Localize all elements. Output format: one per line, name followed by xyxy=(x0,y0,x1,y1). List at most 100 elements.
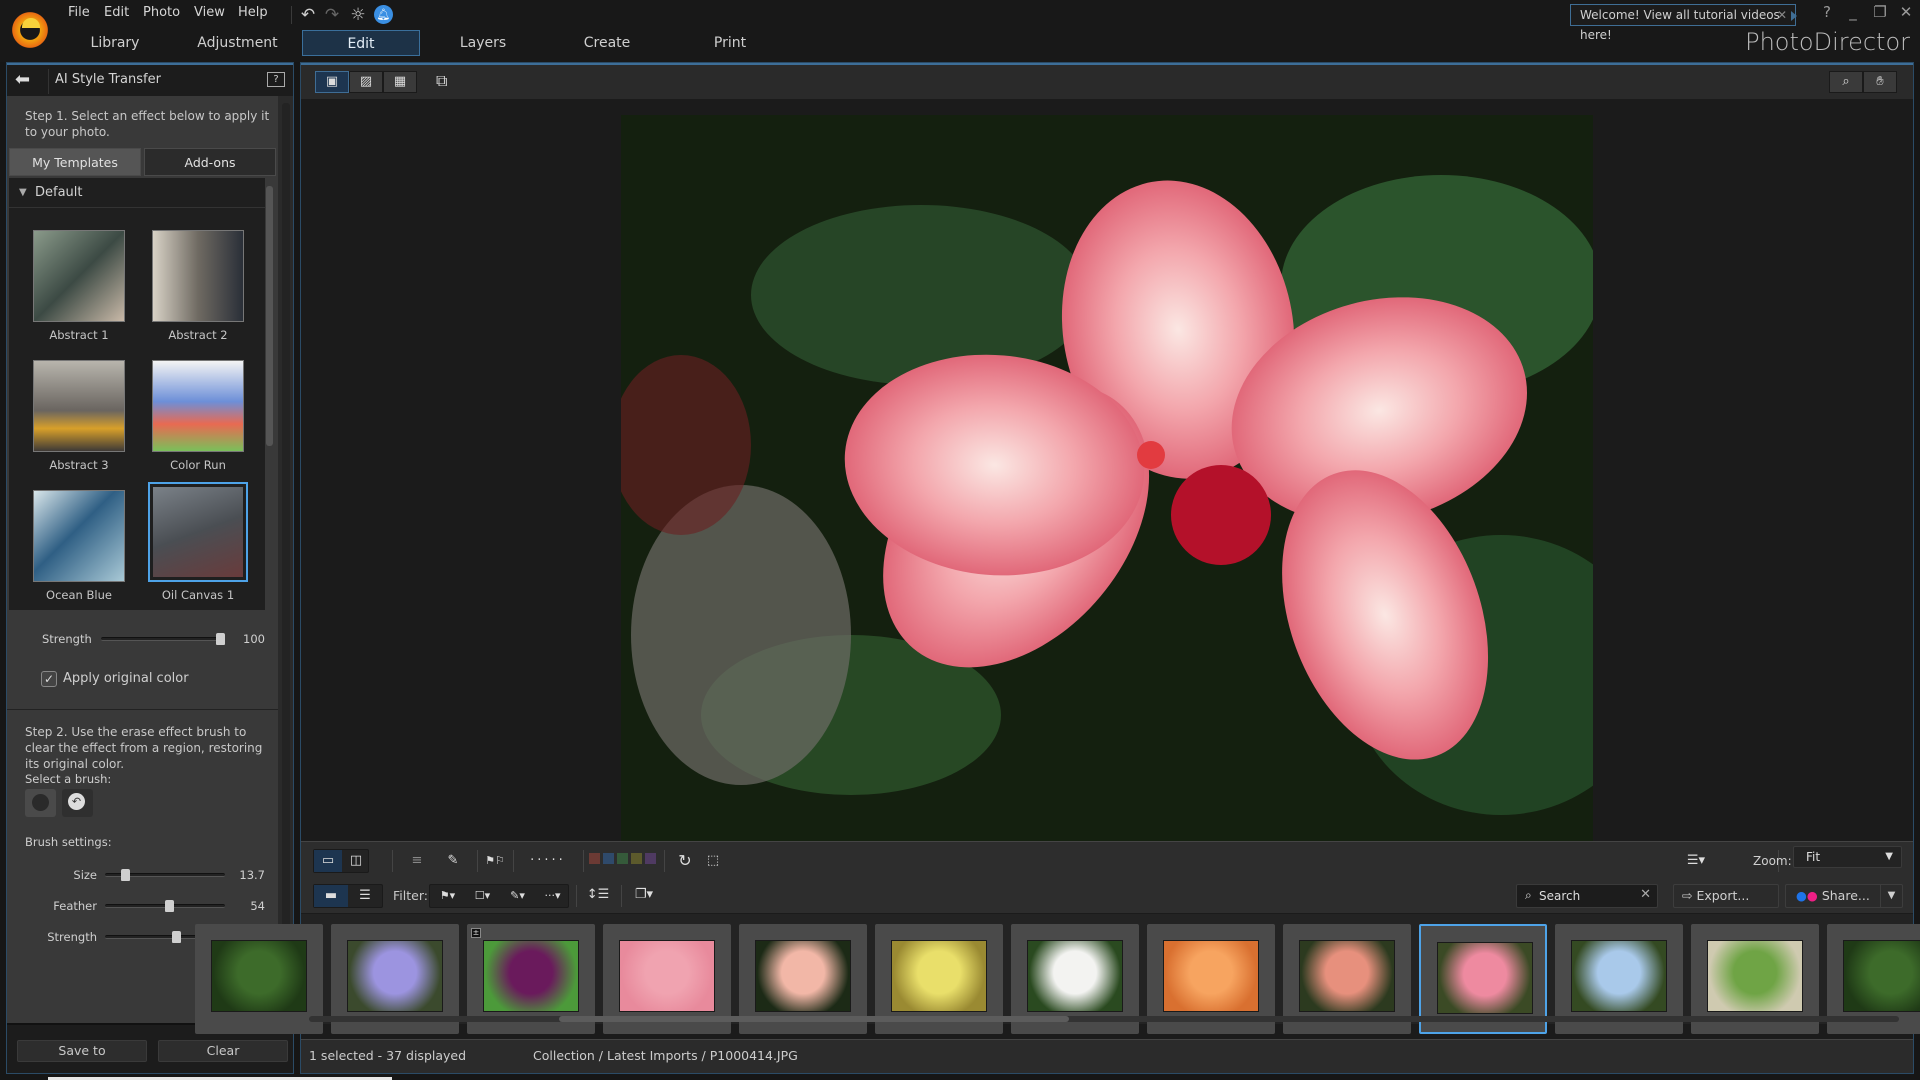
grid-icon[interactable]: ▦ xyxy=(383,71,417,93)
revert-icon[interactable]: ≡ xyxy=(405,850,429,872)
share-dot-blue-icon: ● xyxy=(1796,888,1807,903)
template-abstract-2[interactable]: Abstract 2 xyxy=(148,226,248,346)
slider-knob[interactable] xyxy=(165,900,174,912)
edit-filter-icon[interactable]: ✎▾ xyxy=(500,885,535,907)
divider xyxy=(392,850,393,872)
export-button[interactable]: ⇨ Export... xyxy=(1673,884,1779,908)
viewer-single-icon[interactable]: ▨ xyxy=(349,71,383,93)
stack-icon[interactable]: ❐▾ xyxy=(629,884,659,906)
search-box: ⌕ ✕ xyxy=(1516,884,1658,908)
size-slider[interactable] xyxy=(105,869,225,881)
menu-help[interactable]: Help xyxy=(238,5,268,20)
viewer-filmstrip-icon[interactable]: ▣ xyxy=(315,71,349,93)
tab-create[interactable]: Create xyxy=(572,30,642,56)
menu-edit[interactable]: Edit xyxy=(104,5,129,20)
menu-divider xyxy=(291,6,292,24)
slider-knob[interactable] xyxy=(216,633,225,645)
color-label-chip[interactable] xyxy=(589,853,600,864)
menu-view[interactable]: View xyxy=(194,5,225,20)
select-brush-label: Select a brush: xyxy=(25,772,112,786)
divider xyxy=(576,885,577,907)
share-dropdown-icon[interactable]: ▼ xyxy=(1880,885,1902,907)
filmstrip-thumbnail[interactable] xyxy=(195,924,323,1034)
tab-edit[interactable]: Edit xyxy=(302,30,420,56)
help-icon[interactable]: ? xyxy=(1817,3,1837,21)
divider xyxy=(513,850,514,872)
apply-original-color-checkbox[interactable]: ✓ xyxy=(41,671,57,687)
minimize-icon[interactable]: _ xyxy=(1843,3,1863,21)
save-to-button[interactable]: Save to xyxy=(17,1040,147,1062)
menu-photo[interactable]: Photo xyxy=(143,5,180,20)
export-icon: ⇨ xyxy=(1682,888,1697,903)
more-filter-icon[interactable]: ···▾ xyxy=(535,885,570,907)
notification-bell-icon[interactable]: 🔔︎ xyxy=(374,5,393,24)
tab-print[interactable]: Print xyxy=(695,30,765,56)
color-label-chip[interactable] xyxy=(645,853,656,864)
export-label: Export... xyxy=(1696,888,1750,903)
menu-file[interactable]: File xyxy=(68,5,90,20)
clear-search-icon[interactable]: ✕ xyxy=(1640,887,1651,902)
sort-icon[interactable]: ☰▾ xyxy=(1681,850,1711,872)
hand-tool-icon[interactable]: ✋︎ xyxy=(1863,71,1897,93)
template-abstract-3[interactable]: Abstract 3 xyxy=(29,356,129,476)
main-photo[interactable] xyxy=(621,115,1593,845)
tab-add-ons[interactable]: Add-ons xyxy=(144,148,276,176)
list-view-icon[interactable]: ☰ xyxy=(348,885,382,907)
row-height-icon[interactable]: ↕☰ xyxy=(583,884,613,906)
share-button[interactable]: ●● Share... ▼ xyxy=(1785,884,1903,908)
zoom-dropdown[interactable]: Fit ▼ xyxy=(1793,846,1902,868)
rating-dots[interactable]: ····· xyxy=(519,850,577,872)
divider xyxy=(664,850,665,872)
tab-layers[interactable]: Layers xyxy=(448,30,518,56)
feather-slider[interactable] xyxy=(105,900,225,912)
label-filter-icon[interactable]: ☐▾ xyxy=(465,885,500,907)
clear-button[interactable]: Clear xyxy=(158,1040,288,1062)
undo-icon[interactable]: ↶ xyxy=(298,5,318,25)
close-icon[interactable]: ✕ xyxy=(1777,5,1787,25)
tab-adjustment[interactable]: Adjustment xyxy=(195,30,280,56)
zoom-tool-icon[interactable]: ⌕ xyxy=(1829,71,1863,93)
zoom-value: Fit xyxy=(1806,850,1821,864)
color-label-chip[interactable] xyxy=(631,853,642,864)
scrollbar-thumb[interactable] xyxy=(559,1016,1069,1022)
slider-knob[interactable] xyxy=(121,869,130,881)
divider xyxy=(583,850,584,872)
edited-badge-icon: ± xyxy=(471,928,481,938)
search-input[interactable] xyxy=(1539,888,1639,904)
rotate-icon[interactable]: ↻ xyxy=(673,850,697,872)
template-color-run[interactable]: Color Run xyxy=(148,356,248,476)
settings-icon[interactable]: ☼ xyxy=(348,5,368,25)
template-abstract-1[interactable]: Abstract 1 xyxy=(29,226,129,346)
redo-icon[interactable]: ↷ xyxy=(322,5,342,25)
tab-library[interactable]: Library xyxy=(80,30,150,56)
filmstrip-scrollbar[interactable] xyxy=(309,1016,1899,1022)
thumbnail-image xyxy=(1707,940,1803,1012)
restore-icon[interactable]: ❐ xyxy=(1870,3,1890,21)
template-oil-canvas-1[interactable]: Oil Canvas 1 xyxy=(148,482,248,602)
close-window-icon[interactable]: ✕ xyxy=(1896,3,1916,21)
filmstrip-view-icon[interactable]: ▬ xyxy=(314,885,348,907)
erase-brush-button[interactable]: ↶ xyxy=(62,789,93,817)
color-label-chip[interactable] xyxy=(603,853,614,864)
flag-filter-icon[interactable]: ⚑▾ xyxy=(430,885,465,907)
compare-display-icon[interactable]: ◫ xyxy=(342,850,370,872)
flag-icon[interactable]: ⚑⚐ xyxy=(483,850,507,872)
welcome-tooltip[interactable]: Welcome! View all tutorial videos here! … xyxy=(1570,4,1797,42)
back-arrow-icon[interactable]: ⬅ xyxy=(15,71,45,91)
single-display-icon[interactable]: ▭ xyxy=(314,850,342,872)
compare-view-icon[interactable]: ⧉ xyxy=(436,71,447,91)
crop-fit-icon[interactable]: ⬚ xyxy=(701,850,725,872)
edit-pencil-icon[interactable]: ✎ xyxy=(441,850,465,872)
group-header-default[interactable]: ▼ Default xyxy=(9,178,265,208)
brand-name: PhotoDirector xyxy=(1745,28,1910,56)
template-ocean-blue[interactable]: Ocean Blue xyxy=(29,486,129,606)
strength-slider[interactable] xyxy=(101,633,225,645)
photo-canvas xyxy=(301,99,1913,845)
help-video-icon[interactable]: ? xyxy=(267,72,285,87)
tab-my-templates[interactable]: My Templates xyxy=(9,148,141,176)
color-label-chip[interactable] xyxy=(617,853,628,864)
thumbnail-image xyxy=(483,940,579,1012)
gallery-scrollbar[interactable] xyxy=(266,186,273,446)
slider-knob[interactable] xyxy=(172,931,181,943)
round-brush-button[interactable] xyxy=(25,789,56,817)
